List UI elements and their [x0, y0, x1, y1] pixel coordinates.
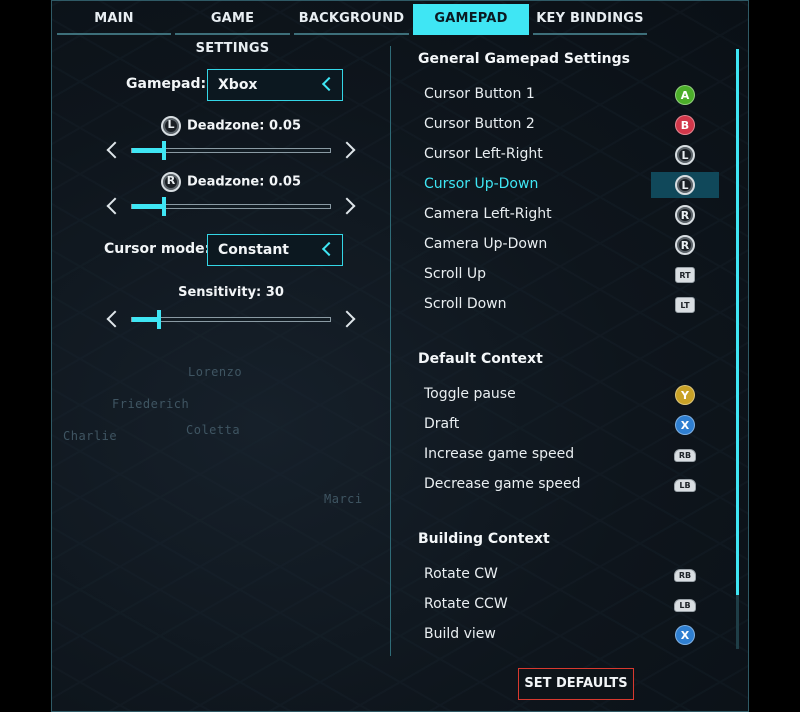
- bindings-list: General Gamepad Settings Cursor Button 1…: [408, 46, 738, 651]
- binding-row[interactable]: Cursor Left-Right L: [408, 142, 738, 168]
- binding-row-selected[interactable]: Cursor Up-Down L: [408, 172, 738, 198]
- binding-row[interactable]: Rotate CW RB: [408, 562, 738, 588]
- sensitivity-track[interactable]: [131, 310, 331, 329]
- scrollbar-thumb[interactable]: [736, 49, 739, 595]
- tab-key-bindings[interactable]: KEY BINDINGS: [533, 4, 647, 35]
- deadzone-right-track[interactable]: [131, 197, 331, 216]
- settings-tabs: MAIN GAME SETTINGS BACKGROUND GAMEPAD KE…: [57, 4, 647, 56]
- a-button-icon: A: [675, 85, 695, 105]
- lb-bumper-icon: LB: [674, 598, 696, 612]
- rt-trigger-icon: RT: [675, 267, 695, 283]
- right-stick-icon: R: [160, 172, 181, 192]
- b-button-icon: B: [675, 115, 695, 135]
- cursor-mode-select[interactable]: Constant: [207, 234, 343, 266]
- right-stick-icon: R: [675, 235, 695, 255]
- binding-row[interactable]: Draft X: [408, 412, 738, 438]
- binding-row[interactable]: Camera Up-Down R: [408, 232, 738, 258]
- deadzone-right-slider: R Deadzone: 0.05: [106, 172, 356, 228]
- cursor-mode-select-value: Constant: [218, 242, 289, 258]
- tab-gamepad[interactable]: GAMEPAD: [413, 4, 529, 35]
- tab-main[interactable]: MAIN: [57, 4, 171, 35]
- tab-game-settings[interactable]: GAME SETTINGS: [175, 4, 290, 56]
- decrease-arrow-icon[interactable]: [106, 197, 124, 215]
- tab-background[interactable]: BACKGROUND: [294, 4, 409, 35]
- chevron-left-icon: [321, 76, 337, 92]
- cursor-mode-label: Cursor mode:: [104, 241, 211, 257]
- sensitivity-label: Sensitivity: 30: [178, 285, 284, 300]
- increase-arrow-icon[interactable]: [338, 310, 356, 328]
- binding-row[interactable]: Scroll Up RT: [408, 262, 738, 288]
- deadzone-right-label: Deadzone: 0.05: [186, 174, 302, 190]
- left-stick-icon: L: [160, 116, 181, 136]
- background-citizen-label: Friederich: [112, 397, 190, 411]
- deadzone-left-slider: L Deadzone: 0.05: [106, 116, 356, 172]
- binding-row[interactable]: Decrease game speed LB: [408, 472, 738, 498]
- section-title: General Gamepad Settings: [418, 51, 630, 67]
- x-button-icon: X: [675, 415, 695, 435]
- binding-row[interactable]: Cursor Button 2 B: [408, 112, 738, 138]
- increase-arrow-icon[interactable]: [338, 197, 356, 215]
- chevron-left-icon: [321, 241, 337, 257]
- binding-row[interactable]: Camera Left-Right R: [408, 202, 738, 228]
- binding-row[interactable]: Cursor Button 1 A: [408, 82, 738, 108]
- section-title: Building Context: [418, 531, 550, 547]
- gamepad-select[interactable]: Xbox: [207, 69, 343, 101]
- sensitivity-slider: Sensitivity: 30: [106, 285, 356, 341]
- gamepad-label: Gamepad:: [126, 76, 207, 92]
- deadzone-left-handle[interactable]: [162, 141, 166, 160]
- lt-trigger-icon: LT: [675, 297, 695, 313]
- rb-bumper-icon: RB: [674, 568, 696, 582]
- decrease-arrow-icon[interactable]: [106, 310, 124, 328]
- background-citizen-label: Lorenzo: [188, 365, 243, 379]
- decrease-arrow-icon[interactable]: [106, 141, 124, 159]
- bindings-scrollbar[interactable]: [736, 49, 739, 649]
- left-stick-icon: L: [675, 175, 695, 195]
- left-stick-icon: L: [675, 145, 695, 165]
- sensitivity-handle[interactable]: [157, 310, 161, 329]
- deadzone-left-track[interactable]: [131, 141, 331, 160]
- panel-divider: [390, 46, 391, 656]
- deadzone-left-label: Deadzone: 0.05: [186, 118, 302, 134]
- x-button-icon: X: [675, 625, 695, 645]
- binding-row[interactable]: Increase game speed RB: [408, 442, 738, 468]
- rb-bumper-icon: RB: [674, 448, 696, 462]
- deadzone-right-handle[interactable]: [162, 197, 166, 216]
- right-stick-icon: R: [675, 205, 695, 225]
- increase-arrow-icon[interactable]: [338, 141, 356, 159]
- y-button-icon: Y: [675, 385, 695, 405]
- binding-row[interactable]: Toggle pause Y: [408, 382, 738, 408]
- binding-row[interactable]: Rotate CCW LB: [408, 592, 738, 618]
- lb-bumper-icon: LB: [674, 478, 696, 492]
- settings-window: Lorenzo Friederich Charlie Coletta Marci…: [51, 0, 749, 712]
- background-citizen-label: Charlie: [63, 429, 118, 443]
- background-citizen-label: Marci: [324, 492, 363, 506]
- set-defaults-button[interactable]: SET DEFAULTS: [518, 668, 634, 700]
- binding-row[interactable]: Build view X: [408, 622, 738, 648]
- background-citizen-label: Coletta: [186, 423, 241, 437]
- gamepad-select-value: Xbox: [218, 77, 258, 93]
- section-title: Default Context: [418, 351, 543, 367]
- binding-row[interactable]: Scroll Down LT: [408, 292, 738, 318]
